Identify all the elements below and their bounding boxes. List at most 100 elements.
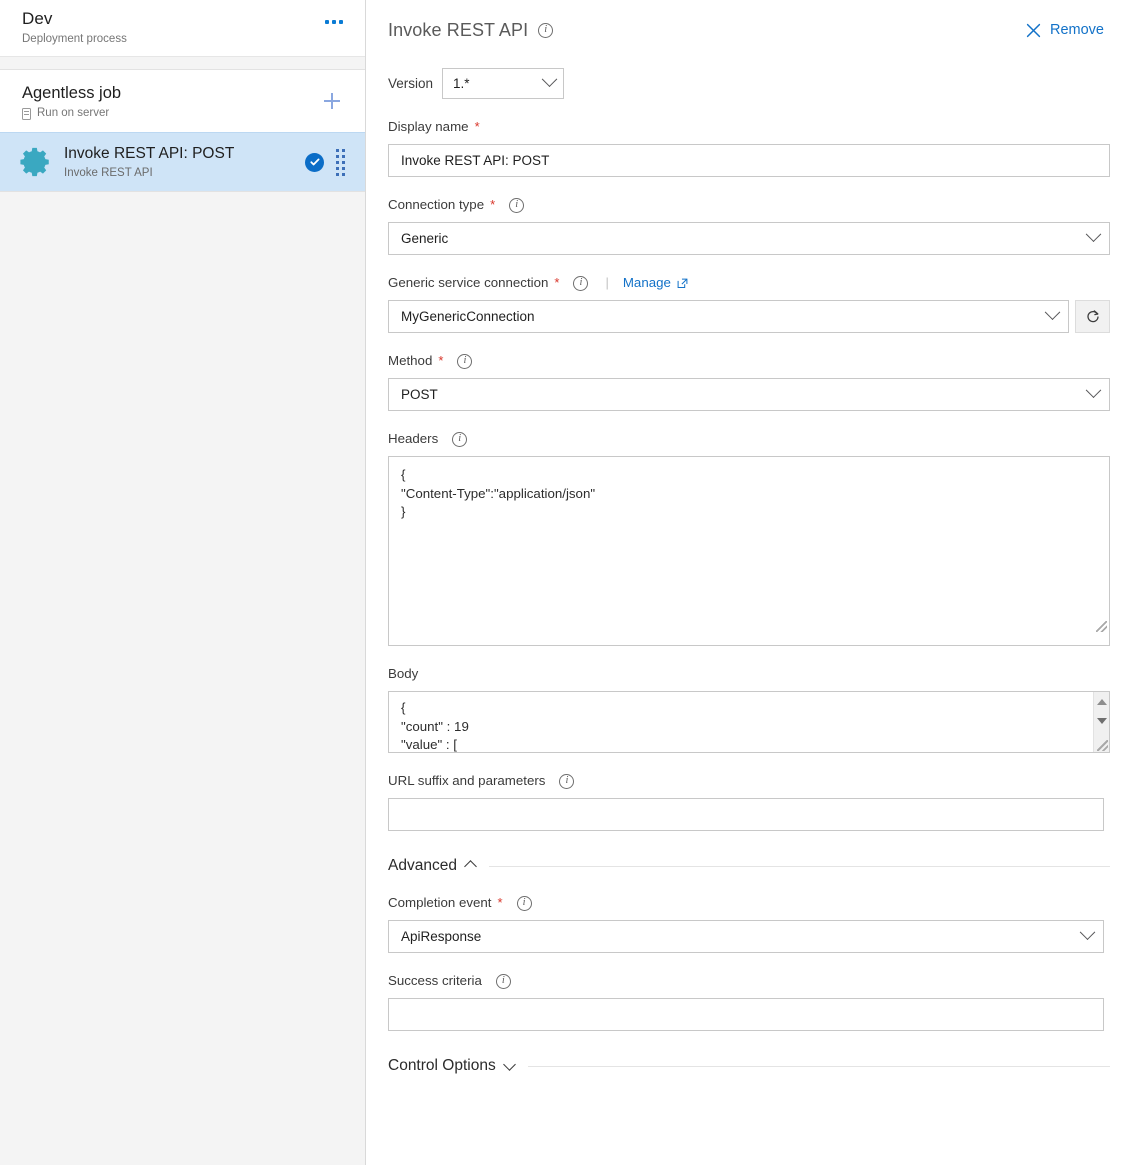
close-icon: [1026, 23, 1041, 38]
add-task-button[interactable]: [317, 86, 347, 116]
display-name-value: Invoke REST API: POST: [401, 153, 549, 168]
version-value: 1.*: [453, 76, 470, 91]
ellipsis-dot: [325, 20, 329, 24]
headers-textarea[interactable]: { "Content-Type":"application/json" }: [388, 456, 1110, 646]
job-name: Agentless job: [22, 82, 121, 104]
task-row-invoke-rest-api[interactable]: Invoke REST API: POST Invoke REST API: [0, 132, 365, 191]
connection-type-label-row: Connection type * i: [388, 196, 1110, 214]
completion-event-select[interactable]: ApiResponse: [388, 920, 1104, 953]
field-service-connection: Generic service connection * i | Manage: [388, 274, 1110, 333]
chevron-down-icon: [1086, 382, 1102, 398]
field-method: Method * i POST: [388, 352, 1110, 411]
refresh-button[interactable]: [1075, 300, 1110, 333]
service-connection-row: MyGenericConnection: [388, 300, 1110, 333]
process-title: Dev: [22, 8, 127, 30]
drag-dot: [336, 161, 339, 164]
ellipsis-dot: [332, 20, 336, 24]
display-name-input[interactable]: Invoke REST API: POST: [388, 144, 1110, 177]
success-criteria-input[interactable]: [388, 998, 1104, 1031]
connection-type-select[interactable]: Generic: [388, 222, 1110, 255]
pipeline-sidebar: Dev Deployment process Agentless job Run…: [0, 0, 366, 1165]
remove-label: Remove: [1050, 22, 1104, 38]
service-connection-info-icon[interactable]: i: [573, 276, 588, 291]
task-details-header: Invoke REST API i Remove: [388, 18, 1110, 42]
task-editor-window: Dev Deployment process Agentless job Run…: [0, 0, 1126, 1165]
display-name-label: Display name: [388, 118, 469, 136]
drag-handle-icon[interactable]: [336, 149, 345, 176]
scroll-down-arrow-icon[interactable]: [1097, 718, 1107, 724]
service-connection-label: Generic service connection: [388, 274, 548, 292]
agentless-job-card: Agentless job Run on server: [0, 69, 365, 192]
scroll-up-arrow-icon[interactable]: [1097, 699, 1107, 705]
task-texts: Invoke REST API: POST Invoke REST API: [64, 143, 305, 181]
version-label: Version: [388, 76, 433, 91]
drag-dot: [342, 173, 345, 176]
body-label: Body: [388, 665, 418, 683]
chevron-down-icon: [1080, 924, 1096, 940]
body-scrollbar[interactable]: [1093, 692, 1109, 752]
task-title-group: Invoke REST API i: [388, 20, 553, 41]
gear-icon: [18, 144, 54, 180]
field-success-criteria: Success criteria i: [388, 972, 1110, 1031]
section-divider: [489, 866, 1110, 867]
service-connection-value: MyGenericConnection: [401, 309, 535, 324]
drag-dot: [336, 173, 339, 176]
body-textarea-wrapper: { "count" : 19 "value" : [: [388, 691, 1110, 753]
method-select[interactable]: POST: [388, 378, 1110, 411]
version-row: Version 1.*: [388, 68, 1110, 99]
advanced-label: Advanced: [388, 857, 457, 875]
job-subtitle-row: Run on server: [22, 106, 121, 121]
connection-type-label: Connection type: [388, 196, 484, 214]
completion-event-label-row: Completion event * i: [388, 894, 1110, 912]
url-suffix-input[interactable]: [388, 798, 1104, 831]
headers-info-icon[interactable]: i: [452, 432, 467, 447]
task-title: Invoke REST API: POST: [64, 143, 305, 164]
display-name-label-row: Display name *: [388, 118, 1110, 136]
drag-dot: [336, 167, 339, 170]
required-asterisk: *: [438, 352, 443, 370]
method-label-row: Method * i: [388, 352, 1110, 370]
chevron-up-icon: [464, 860, 477, 873]
task-details-panel: Invoke REST API i Remove Version 1.*: [366, 0, 1126, 1165]
manage-link[interactable]: Manage: [623, 274, 688, 292]
field-completion-event: Completion event * i ApiResponse: [388, 894, 1110, 953]
task-enabled-check-icon[interactable]: [305, 153, 324, 172]
body-label-row: Body: [388, 665, 1110, 683]
remove-task-button[interactable]: Remove: [1024, 18, 1106, 42]
body-textarea[interactable]: { "count" : 19 "value" : [: [389, 692, 1093, 752]
job-subtitle: Run on server: [37, 106, 109, 121]
drag-dot: [342, 161, 345, 164]
service-connection-select[interactable]: MyGenericConnection: [388, 300, 1069, 333]
connection-type-info-icon[interactable]: i: [509, 198, 524, 213]
server-icon: [22, 108, 31, 120]
jobs-list: Agentless job Run on server: [0, 57, 365, 1165]
completion-event-label: Completion event: [388, 894, 491, 912]
agentless-job-header[interactable]: Agentless job Run on server: [0, 70, 365, 132]
page-title: Invoke REST API: [388, 20, 528, 41]
version-select[interactable]: 1.*: [442, 68, 564, 99]
chevron-down-icon: [1086, 226, 1102, 242]
chevron-down-icon: [542, 71, 558, 87]
advanced-section-header[interactable]: Advanced: [388, 857, 1110, 875]
task-info-icon[interactable]: i: [538, 23, 553, 38]
url-suffix-info-icon[interactable]: i: [559, 774, 574, 789]
field-url-suffix: URL suffix and parameters i: [388, 772, 1110, 831]
more-options-button[interactable]: [319, 8, 349, 36]
headers-resize-handle[interactable]: [1096, 621, 1107, 632]
required-asterisk: *: [490, 196, 495, 214]
required-asterisk: *: [497, 894, 502, 912]
headers-label-row: Headers i: [388, 430, 1110, 448]
headers-label: Headers: [388, 430, 438, 448]
success-criteria-label-row: Success criteria i: [388, 972, 1110, 990]
drag-dot: [342, 167, 345, 170]
control-options-section-header[interactable]: Control Options: [388, 1057, 1110, 1075]
chevron-down-icon: [1045, 304, 1061, 320]
method-info-icon[interactable]: i: [457, 354, 472, 369]
completion-event-info-icon[interactable]: i: [517, 896, 532, 911]
deployment-process-header: Dev Deployment process: [0, 0, 365, 57]
completion-event-value: ApiResponse: [401, 929, 481, 944]
control-options-label: Control Options: [388, 1057, 496, 1075]
url-suffix-label-row: URL suffix and parameters i: [388, 772, 1110, 790]
success-criteria-info-icon[interactable]: i: [496, 974, 511, 989]
body-resize-handle[interactable]: [1097, 740, 1108, 751]
